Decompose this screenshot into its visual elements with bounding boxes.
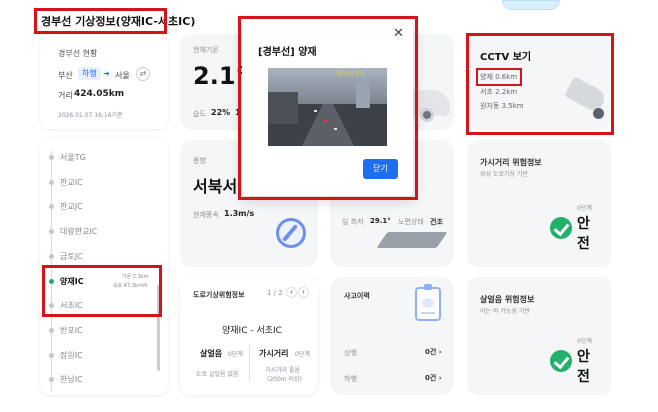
visibility-level: 0단계 xyxy=(577,205,592,212)
wind-speed-value: 1.3m/s xyxy=(224,209,255,218)
timeline-dot xyxy=(49,353,54,358)
accident-up-label: 상행 xyxy=(344,349,357,357)
humidity-value: 22% xyxy=(211,108,231,117)
timeline-active-highlight xyxy=(42,265,162,317)
timeline-item[interactable]: 잠원IC xyxy=(60,350,83,361)
accident-down-value[interactable]: 0건 › xyxy=(425,373,442,383)
ice-subtitle: 어는 비 가능성 기반 xyxy=(480,308,530,315)
clipboard-icon xyxy=(415,284,441,321)
timeline-dot xyxy=(49,155,54,160)
timeline-item[interactable]: 판교IC xyxy=(60,177,83,188)
route-from: 부산 xyxy=(58,71,73,80)
header-decoration xyxy=(502,0,560,10)
next-page-button[interactable]: › xyxy=(298,287,309,298)
prev-page-button[interactable]: ‹ xyxy=(286,287,297,298)
road-min-temp-value: 29.1° xyxy=(370,217,391,225)
ice-status: 안전 xyxy=(577,349,590,385)
distance-label: 거리 xyxy=(58,91,73,100)
visibility-card: 가시거리 위험정보 위성 도로기상 기반 0단계 안전 xyxy=(467,140,611,267)
wind-speed-label: 현재풍속 xyxy=(193,211,219,219)
arrow-right-icon: ➜ xyxy=(103,69,110,78)
visibility-column-desc2: (200m 이상) xyxy=(267,376,302,383)
visibility-title: 가시거리 위험정보 xyxy=(480,158,542,167)
cctv-yangjae-highlight xyxy=(476,68,522,86)
timeline-dot xyxy=(49,229,54,234)
ice-level: 0단계 xyxy=(577,338,592,345)
ice-column-desc: 도로 살얼음 없음 xyxy=(196,371,239,378)
safe-check-icon xyxy=(550,350,572,372)
swap-icon[interactable]: ⇄ xyxy=(136,67,150,81)
temperature-label: 현재기온 xyxy=(193,46,219,54)
timeline-item[interactable]: 서울TG xyxy=(60,152,86,163)
road-surface-value: 건조 xyxy=(430,218,443,226)
visibility-subtitle: 위성 도로기상 기반 xyxy=(480,171,528,178)
road-risk-section: 양재IC - 서초IC xyxy=(222,326,282,336)
road-surface-label: 노면상태 xyxy=(398,218,424,226)
timeline-dot xyxy=(49,204,54,209)
car-wheel-icon xyxy=(420,108,434,122)
road-risk-pagination: 1 / 2 xyxy=(267,289,283,297)
route-heading: 경부선 현황 xyxy=(58,49,98,58)
updated-time: 2026.01.07 16:16기준 xyxy=(58,112,123,119)
road-risk-title: 도로기상위험정보 xyxy=(193,291,245,299)
timeline-item[interactable]: 한남IC xyxy=(60,374,83,385)
accident-title: 사고이력 xyxy=(344,292,370,300)
route-direction[interactable]: 하행 xyxy=(78,67,101,80)
road-min-temp-label: 일 최저 xyxy=(342,218,364,226)
ice-risk-card: 살얼음 위험정보 어는 비 가능성 기반 0단계 안전 xyxy=(467,277,611,395)
ice-title: 살얼음 위험정보 xyxy=(480,295,535,304)
timeline-dot xyxy=(49,328,54,333)
distance-value: 424.05km xyxy=(74,89,125,99)
accident-up-value[interactable]: 0건 › xyxy=(425,347,442,357)
route-status-card: 경부선 현황 부산 하행 ➜ 서울 ⇄ 거리 424.05km 2026.01.… xyxy=(40,34,168,129)
road-risk-divider xyxy=(249,345,250,381)
visibility-status: 안전 xyxy=(577,216,590,252)
safe-check-icon xyxy=(550,217,572,239)
route-to: 서울 xyxy=(115,71,130,80)
compass-icon xyxy=(276,218,306,248)
road-surface-icon xyxy=(376,232,448,248)
timeline-item[interactable]: 반포IC xyxy=(60,325,83,336)
timeline-item[interactable]: 판교JC xyxy=(60,201,83,212)
humidity-label: 습도 xyxy=(193,110,206,118)
ice-column-level: 0단계 xyxy=(228,351,243,358)
timeline-item[interactable]: 금토JC xyxy=(60,251,83,262)
visibility-column-desc: 가시거리 좋음 xyxy=(265,367,301,374)
ice-column-title: 살얼음 xyxy=(200,349,223,358)
timeline-item[interactable]: 대왕판교IC xyxy=(60,226,97,237)
visibility-column-title: 가시거리 xyxy=(259,349,289,358)
wind-label: 풍향 xyxy=(193,157,206,165)
timeline-dot xyxy=(49,377,54,382)
modal-highlight xyxy=(238,16,418,200)
road-risk-card: 도로기상위험정보 1 / 2 ‹ › 양재IC - 서초IC 살얼음 0단계 도… xyxy=(180,277,318,395)
timeline-dot xyxy=(49,180,54,185)
timeline-dot xyxy=(49,254,54,259)
accident-down-label: 하행 xyxy=(344,375,357,383)
wind-direction: 서북서 xyxy=(193,177,238,196)
visibility-column-level: 0단계 xyxy=(295,351,310,358)
page-title-highlight xyxy=(34,8,167,34)
accident-card: 사고이력 상행 0건 › 하행 0건 › xyxy=(330,277,454,395)
